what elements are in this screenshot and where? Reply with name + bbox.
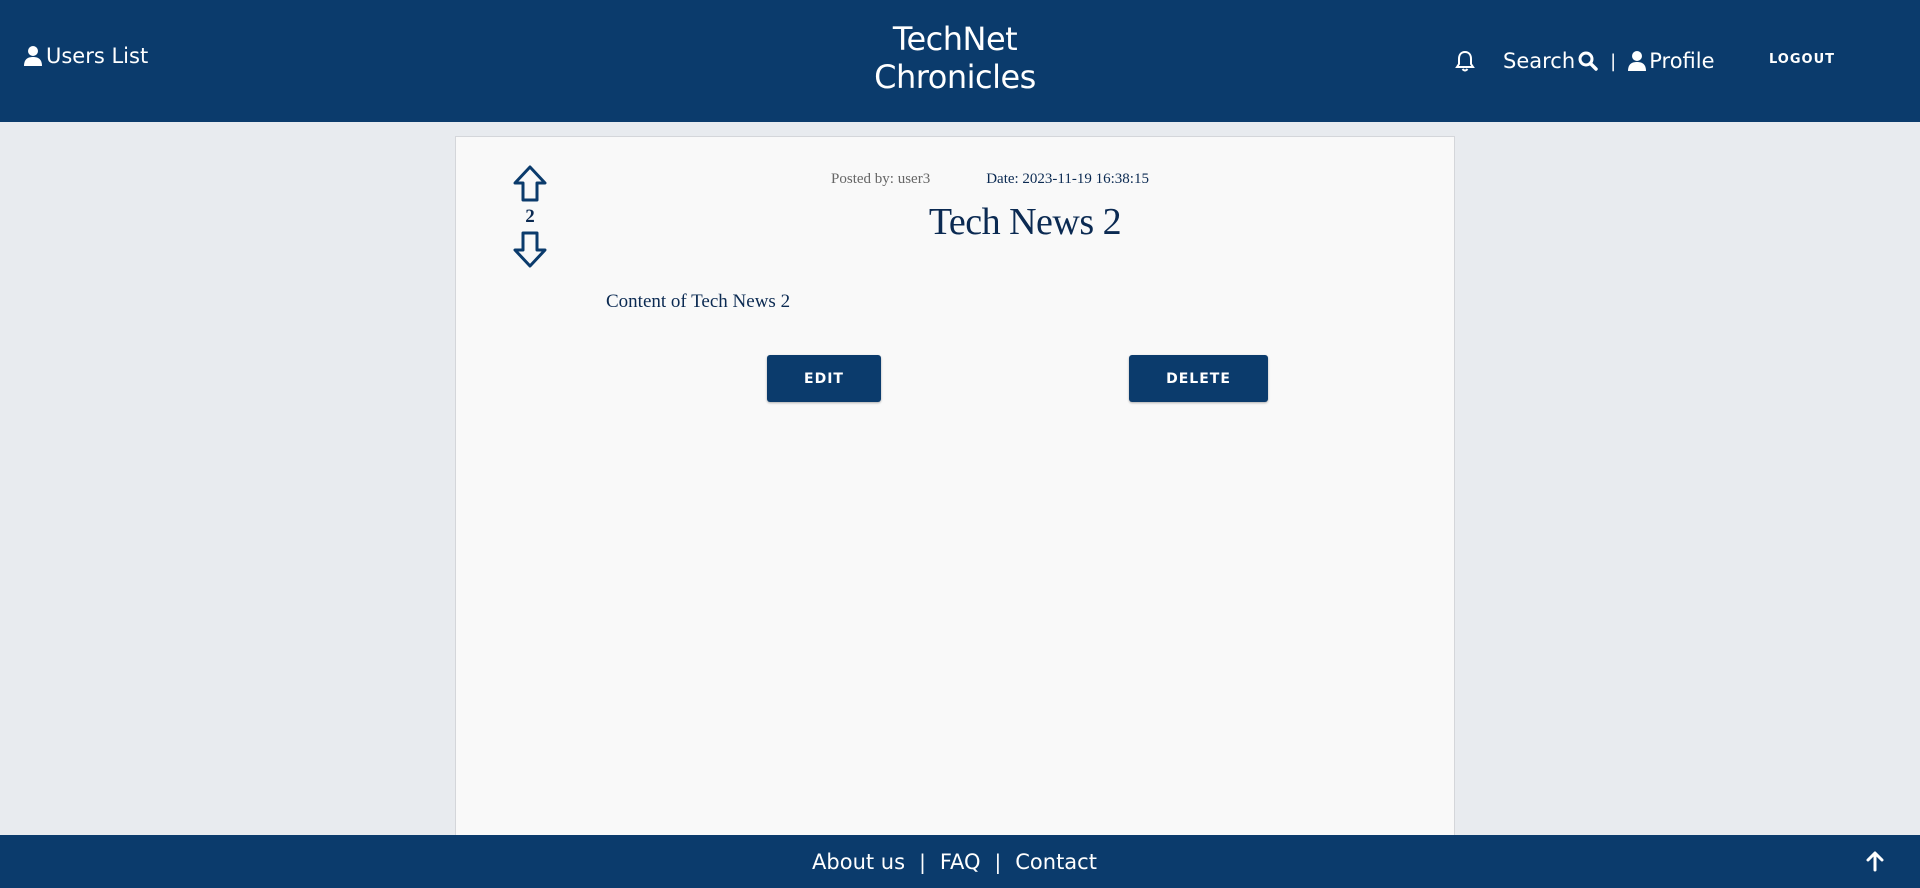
post-content: Content of Tech News 2 [606, 291, 791, 312]
users-list-link[interactable]: Users List [24, 44, 148, 68]
footer-about-link[interactable]: About us [812, 850, 905, 874]
search-label: Search [1503, 49, 1576, 73]
search-link[interactable]: Search [1503, 49, 1598, 73]
logout-button[interactable]: LOGOUT [1760, 52, 1844, 67]
user-icon [1628, 51, 1647, 71]
post-title: Tech News 2 [928, 201, 1122, 243]
delete-button[interactable]: DELETE [1129, 355, 1268, 402]
post-author: Posted by: user3 [831, 171, 931, 187]
search-icon [1578, 51, 1598, 71]
scrollbar[interactable] [1909, 0, 1920, 888]
post-meta: Posted by: user3 Date: 2023-11-19 16:38:… [456, 171, 1454, 188]
bell-icon[interactable] [1455, 50, 1475, 72]
users-list-label: Users List [46, 44, 149, 68]
footer-separator: | [919, 849, 926, 874]
footer-separator: | [994, 849, 1002, 874]
site-title[interactable]: TechNet Chronicles [800, 20, 1110, 96]
nav-separator: | [1610, 50, 1617, 72]
top-navbar: Users List TechNet Chronicles Search | P… [0, 0, 1909, 122]
profile-link[interactable]: Profile [1628, 49, 1715, 73]
site-title-line1: TechNet [892, 20, 1018, 58]
site-title-line2: Chronicles [874, 58, 1036, 96]
edit-button[interactable]: EDIT [767, 355, 881, 402]
right-nav: Search | Profile [1455, 44, 1715, 78]
post-card: 2 Posted by: user3 Date: 2023-11-19 16:3… [455, 136, 1455, 836]
profile-label: Profile [1649, 49, 1715, 73]
footer-links: About us | FAQ | Contact [0, 835, 1909, 888]
footer-contact-link[interactable]: Contact [1015, 850, 1097, 874]
footer-faq-link[interactable]: FAQ [940, 850, 981, 874]
post-date: Date: 2023-11-19 16:38:15 [986, 171, 1149, 187]
back-to-top-icon[interactable] [1864, 850, 1886, 872]
footer: About us | FAQ | Contact [0, 835, 1909, 888]
user-icon [24, 46, 42, 66]
